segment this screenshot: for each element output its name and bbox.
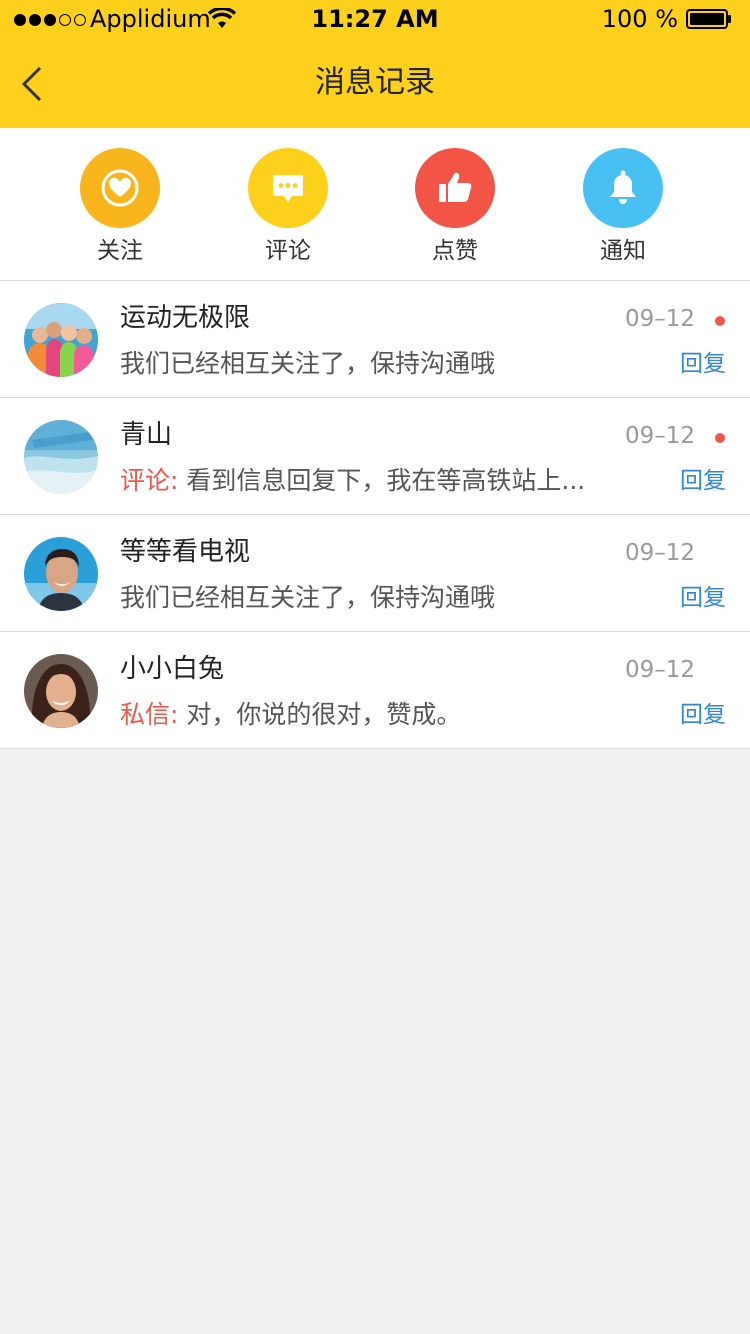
unread-dot [715,316,725,326]
category-label: 点赞 [432,238,478,264]
category-label: 评论 [265,238,311,264]
contact-name: 运动无极限 [120,303,251,333]
contact-name: 青山 [120,420,173,450]
app-header: Applidium 11:27 AM 100 % 消息记录 [0,0,750,128]
message-list: 运动无极限 09–12 我们已经相互关注了，保持沟通哦 回复 青山 09–12 … [0,281,750,749]
avatar[interactable] [24,537,98,611]
category-comment[interactable]: 评论 [228,148,348,268]
like-button[interactable] [415,148,495,228]
heart-icon [101,169,139,207]
comment-button[interactable] [248,148,328,228]
category-follow[interactable]: 关注 [60,148,180,268]
category-notice[interactable]: 通知 [563,148,683,268]
message-row[interactable]: 等等看电视 09–12 我们已经相互关注了，保持沟通哦 回复 [0,515,750,632]
avatar[interactable] [24,303,98,377]
avatar[interactable] [24,420,98,494]
notice-button[interactable] [583,148,663,228]
message-preview: 我们已经相互关注了，保持沟通哦 [120,347,648,381]
page-title: 消息记录 [315,65,435,100]
contact-name: 等等看电视 [120,537,251,567]
battery-icon [686,9,731,29]
reply-link[interactable]: 回复 [680,581,726,615]
category-label: 关注 [97,238,143,264]
follow-button[interactable] [80,148,160,228]
message-text: 我们已经相互关注了，保持沟通哦 [120,349,496,378]
unread-dot [715,433,725,443]
nav-bar: 消息记录 [0,40,750,128]
message-text: 我们已经相互关注了，保持沟通哦 [120,583,496,612]
reply-link[interactable]: 回复 [680,464,726,498]
reply-link[interactable]: 回复 [680,347,726,381]
message-date: 09–12 [625,540,696,566]
message-preview: 私信: 对，你说的很对，赞成。 [120,698,648,732]
bell-icon [610,170,636,204]
message-date: 09–12 [625,657,696,683]
comment-icon [273,175,303,202]
reply-link[interactable]: 回复 [680,698,726,732]
message-preview: 我们已经相互关注了，保持沟通哦 [120,581,648,615]
thumbs-up-icon [439,172,472,202]
message-type-label: 私信: [120,700,179,729]
category-label: 通知 [600,238,646,264]
message-preview: 评论: 看到信息回复下，我在等高铁站上... [120,464,648,498]
message-row[interactable]: 青山 09–12 评论: 看到信息回复下，我在等高铁站上... 回复 [0,398,750,515]
battery-percent: 100 % [601,5,678,33]
avatar[interactable] [24,654,98,728]
contact-name: 小小白兔 [120,654,225,684]
message-row[interactable]: 小小白兔 09–12 私信: 对，你说的很对，赞成。 回复 [0,632,750,749]
status-bar: Applidium 11:27 AM 100 % [0,0,750,40]
message-date: 09–12 [625,306,696,332]
message-row[interactable]: 运动无极限 09–12 我们已经相互关注了，保持沟通哦 回复 [0,281,750,398]
category-like[interactable]: 点赞 [395,148,515,268]
message-type-label: 评论: [120,466,179,495]
message-text: 看到信息回复下，我在等高铁站上... [178,466,586,495]
message-text: 对，你说的很对，赞成。 [178,700,462,729]
category-bar: 关注 评论 点赞 通知 [0,128,750,281]
message-date: 09–12 [625,423,696,449]
